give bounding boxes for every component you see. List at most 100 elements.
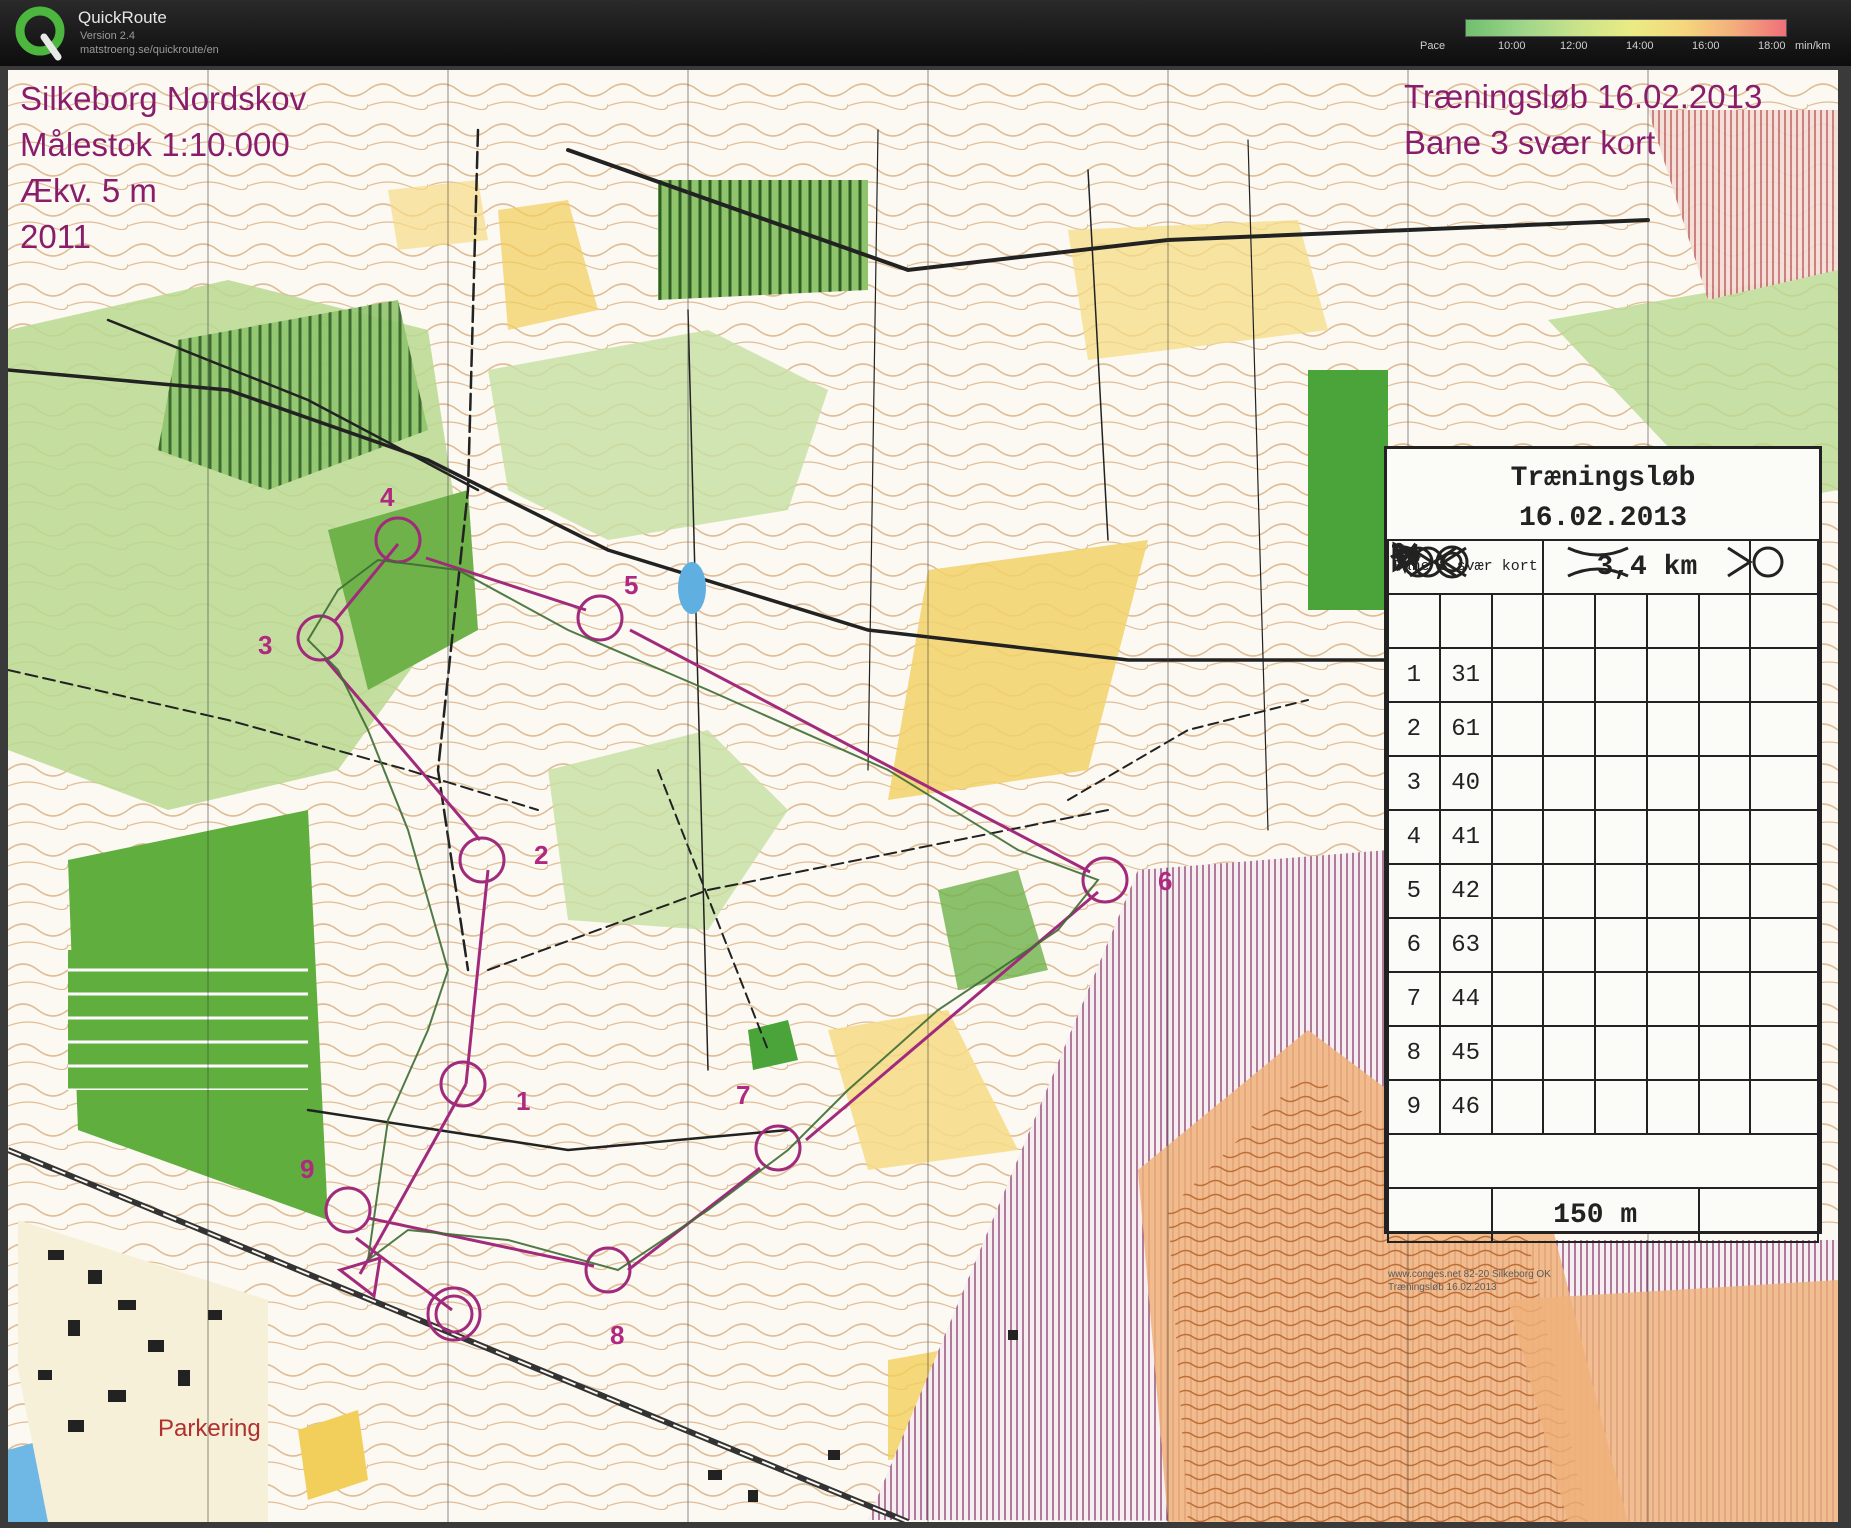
location-icon [1392,544,1700,1135]
re-entrant-icon [1392,543,1597,919]
empty-cell [1645,755,1700,811]
control-seq: 9 [1387,1079,1441,1135]
control-code: 31 [1438,647,1493,703]
event-title: Træningsløb 16.02.2013 [1404,78,1763,115]
control-code: 42 [1438,863,1493,919]
control-seq: 3 [1387,755,1441,811]
finish-funnel-icon [1387,546,1493,1243]
empty-cell [1749,863,1819,919]
empty-cell [1645,701,1700,757]
app-header: QuickRoute Version 2.4 matstroeng.se/qui… [0,0,1851,67]
control-code: 61 [1438,701,1493,757]
control-code: 46 [1438,1079,1493,1135]
control-seq: 8 [1387,1025,1441,1081]
control-row: 6 63 [1387,544,1819,973]
map-viewport[interactable]: Silkeborg Nordskov Målestok 1:10.000 Ækv… [0,66,1851,1528]
empty-cell [1594,917,1648,973]
card-control-rows: 1 31 2 61 3 40 4 41 5 42 6 63 7 44 8 45 9 46 [1387,542,1819,1135]
control-seq: 5 [1387,863,1441,919]
map-name: Silkeborg Nordskov [20,80,307,117]
control-code: 40 [1438,755,1493,811]
control-description-card: Træningsløb 16.02.2013 Bane 3 svær kort … [1384,446,1822,1243]
re-entrant-icon [1392,543,1597,865]
empty-cell [1749,809,1819,865]
ditch-icon [1390,542,1597,1135]
control-row: 4 41 [1387,543,1819,865]
map-contour-interval: Ækv. 5 m [20,172,157,209]
control-row: 7 44 [1387,542,1819,1027]
pace-tick: 14:00 [1626,40,1654,52]
ditch-icon [1390,542,1597,1081]
empty-cell [1749,917,1819,973]
empty-cell [1594,647,1648,703]
empty-cell [1594,809,1648,865]
card-event-date: 16.02.2013 [1518,503,1688,534]
control-number: 7 [736,1080,751,1110]
empty-cell [1749,1079,1819,1135]
empty-cell [1749,1025,1819,1081]
knoll-icon [1392,546,1597,757]
control-number: 5 [624,570,639,600]
spur-icon [1391,544,1597,973]
other-info-icon [1394,548,1819,1027]
control-description-table: Bane 3 svær kort 3,4 km 1 31 2 61 3 40 4 41 5 42 6… [1386,539,1820,1243]
pace-tick: 12:00 [1560,40,1588,52]
app-name: QuickRoute [78,8,167,27]
pace-color-scale [1465,19,1787,37]
pace-tick: 16:00 [1692,40,1720,52]
control-number: 6 [1158,866,1173,896]
pace-legend: Pace 10:00 12:00 14:00 16:00 18:00 min/k… [1420,18,1840,60]
empty-cell [1594,1025,1648,1081]
card-mark-row [1387,546,1819,1189]
app-url[interactable]: matstroeng.se/quickroute/en [80,44,219,56]
copyright-line: Træningsløb 16.02.2013 [1388,1282,1497,1293]
empty-cell [1594,971,1648,1027]
control-number: 1 [516,1086,531,1116]
control-seq: 7 [1387,971,1441,1027]
empty-cell [1749,701,1819,757]
pace-tick: 18:00 [1758,40,1786,52]
appearance-icon [1394,542,1648,1135]
control-row: 1 31 [1387,546,1819,703]
app-version: Version 2.4 [80,30,136,42]
map-scale: Målestok 1:10.000 [20,126,290,163]
start-triangle-icon [1387,541,1441,649]
empty-cell [1749,755,1819,811]
empty-cell [1594,863,1648,919]
orienteering-map[interactable]: Silkeborg Nordskov Målestok 1:10.000 Ækv… [8,70,1838,1522]
finish-distance: 150 m [1490,1187,1700,1243]
control-code: 41 [1438,809,1493,865]
control-seq: 2 [1387,701,1441,757]
control-seq: 6 [1387,917,1441,973]
map-year: 2011 [20,218,91,255]
control-number: 9 [300,1154,315,1184]
card-title: Træningsløb 16.02.2013 [1387,459,1819,539]
pace-tick: 10:00 [1498,40,1526,52]
marked-route-icons [1387,546,1819,1189]
location-icon [1392,544,1700,1081]
pace-label: Pace [1420,40,1446,52]
control-row: 3 40 [1387,546,1819,811]
parking-label: Parkering [158,1415,261,1442]
empty-cell [1749,647,1819,703]
control-row: 8 45 [1387,542,1819,1081]
card-event-name: Træningsløb [1510,463,1696,494]
control-code: 63 [1438,917,1493,973]
quickroute-logo-icon [14,5,68,61]
control-seq: 1 [1387,647,1441,703]
control-code: 45 [1438,1025,1493,1081]
empty-cell [1645,971,1700,1027]
empty-cell [1594,755,1648,811]
empty-cell [1594,701,1648,757]
control-number: 8 [610,1320,625,1350]
map-copyright: www.conges.net 82-20 Silkeborg OK Trænin… [1388,1268,1551,1294]
control-code: 44 [1438,971,1493,1027]
knoll-icon [1392,546,1597,703]
control-number: 3 [258,630,273,660]
control-row: 5 42 [1387,543,1819,919]
finish-circle-icon [1409,545,1820,1243]
control-seq: 4 [1387,809,1441,865]
control-row: 9 46 [1387,542,1819,1135]
empty-cell [1645,863,1700,919]
control-number: 4 [380,482,395,512]
